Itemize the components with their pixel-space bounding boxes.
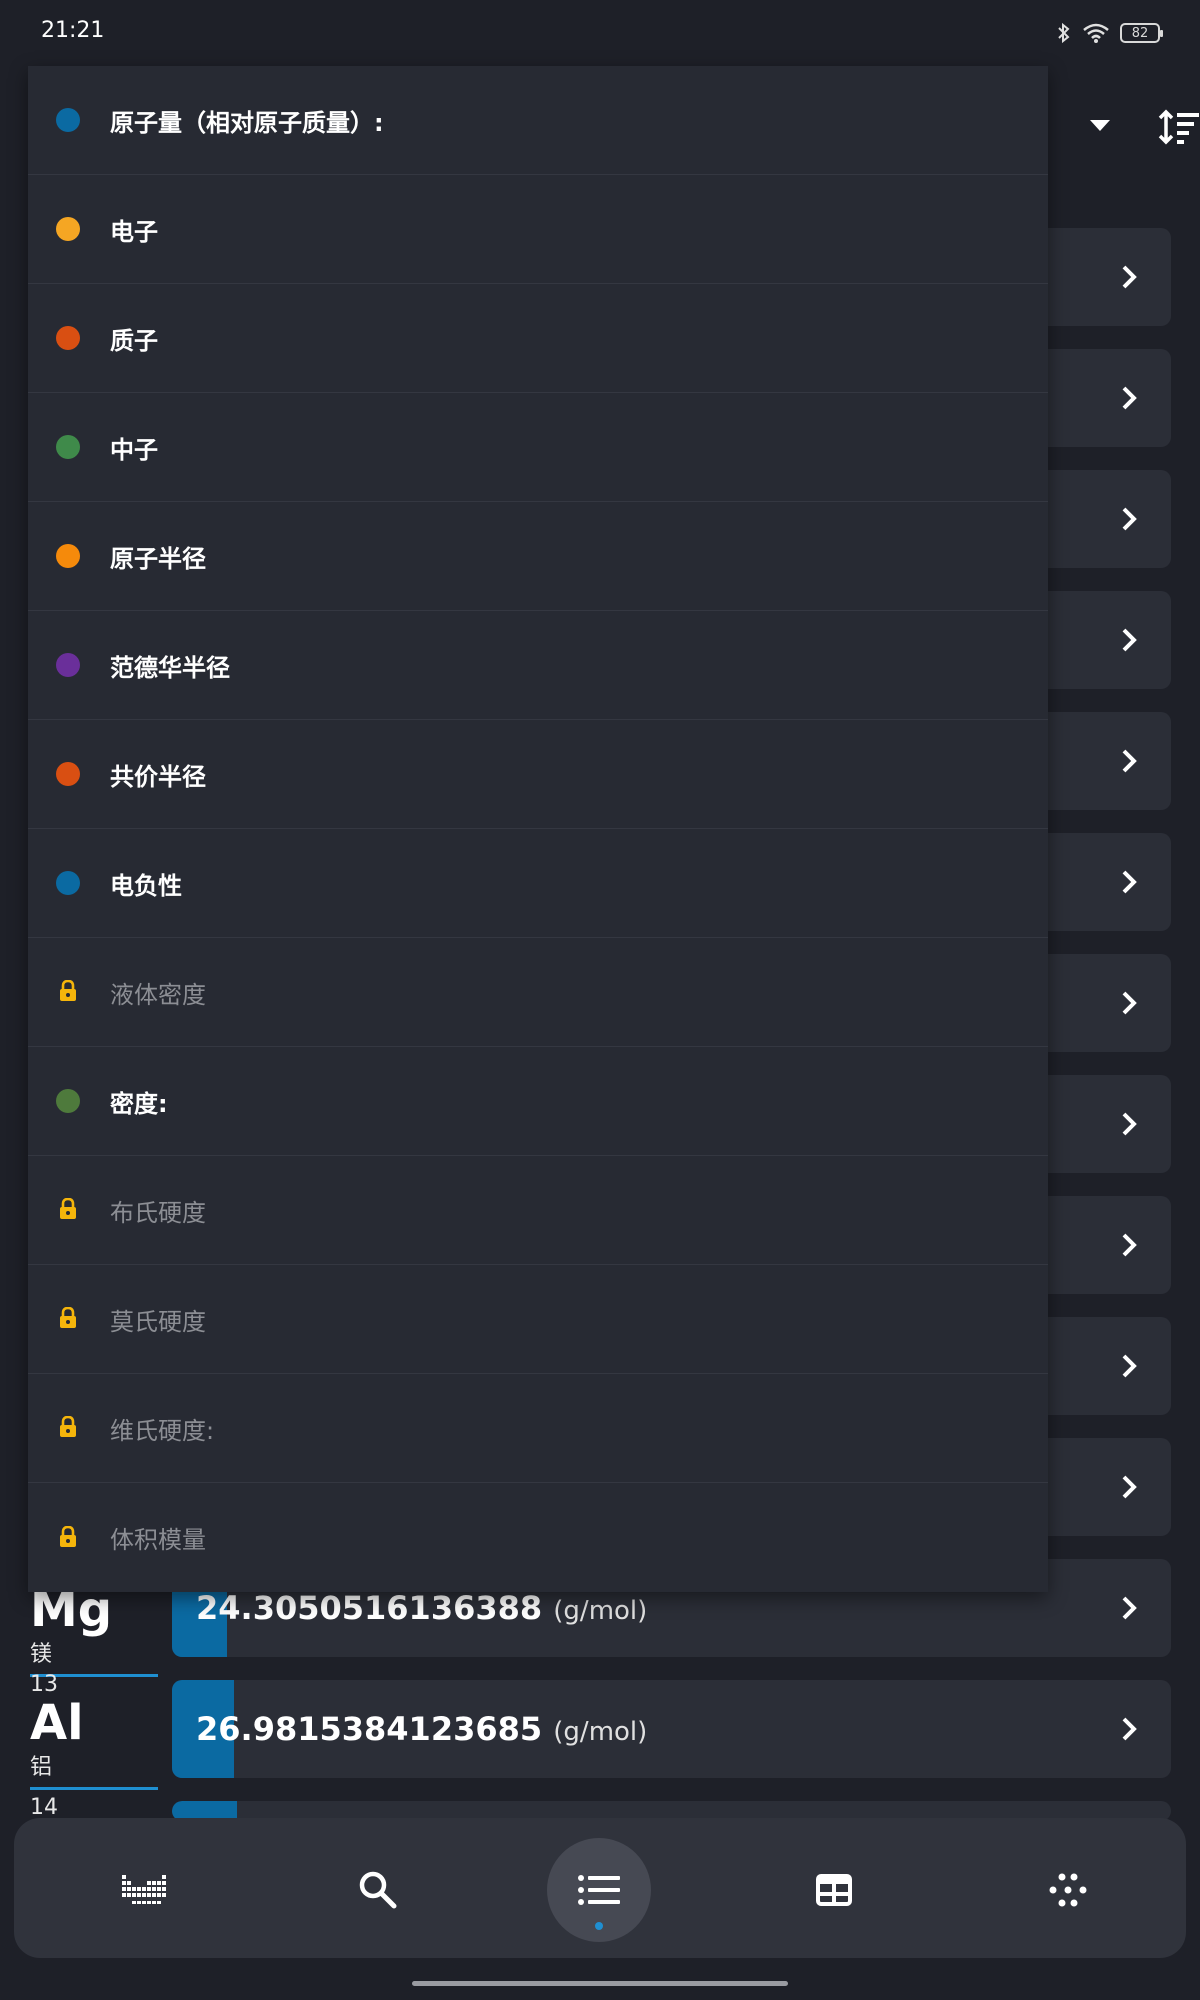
sort-menu-item-label: 布氏硬度 [110,1198,206,1227]
element-underline [30,1787,158,1790]
sort-menu-item-label: 液体密度 [110,980,206,1009]
dots-grid-icon [1049,1873,1087,1907]
caret-down-icon[interactable] [1090,120,1110,131]
element-cell-mg[interactable]: Mg 镁 [30,1584,158,1677]
sort-menu-item[interactable]: 原子量（相对原子质量）: [28,66,1048,175]
element-number: 14 [30,1795,58,1820]
color-dot-icon [56,217,80,241]
sort-menu-item[interactable]: 中子 [28,393,1048,502]
sort-menu-item-label: 体积模量 [110,1526,206,1554]
lock-icon [56,980,80,1004]
element-cell-si[interactable]: 14 [30,1795,158,1820]
color-dot-icon [56,653,80,677]
wifi-icon [1083,23,1109,43]
sort-menu-item-label: 共价半径 [110,762,206,791]
color-dot-icon [56,108,80,132]
lock-icon [56,1307,80,1331]
chevron-right-icon[interactable] [1113,1350,1145,1382]
element-symbol: Al [30,1695,84,1751]
color-dot-icon [56,326,80,350]
sort-menu-item-label: 电负性 [110,871,182,900]
sort-menu-item[interactable]: 质子 [28,284,1048,393]
chevron-right-icon[interactable] [1113,261,1145,293]
list-icon [578,1875,620,1905]
sort-menu-item-label: 莫氏硬度 [110,1307,206,1336]
chevron-right-icon[interactable] [1113,866,1145,898]
sort-icon[interactable] [1158,108,1200,146]
periodic-chart-icon [122,1875,166,1904]
header-controls [1040,90,1200,160]
chevron-right-icon[interactable] [1113,1108,1145,1140]
table-icon [816,1874,852,1906]
search-icon [359,1871,397,1909]
sort-menu-item-label: 密度: [110,1089,168,1118]
element-number: 13 [30,1672,58,1697]
battery-icon: 82 [1120,23,1163,43]
sort-menu-item-label: 范德华半径 [110,653,230,682]
nav-table[interactable] [782,1838,886,1942]
chevron-right-icon[interactable] [1113,1471,1145,1503]
lock-icon [56,1198,80,1222]
sort-menu-item[interactable]: 原子半径 [28,502,1048,611]
value-text: 24.3050516136388 (g/mol) [196,1589,647,1627]
element-name: 镁 [30,1642,53,1667]
color-dot-icon [56,871,80,895]
status-bar: 21:21 82 [0,0,1200,66]
sort-menu-item-label: 原子量（相对原子质量）: [110,108,384,137]
lock-icon [56,1525,80,1550]
value-number: 24.3050516136388 [196,1589,543,1627]
sort-menu-item[interactable]: 体积模量 [28,1483,1048,1592]
sort-menu-item[interactable]: 液体密度 [28,938,1048,1047]
sort-menu-item-label: 电子 [110,217,158,246]
chevron-right-icon[interactable] [1113,1592,1145,1624]
status-time: 21:21 [41,18,105,43]
nav-search[interactable] [326,1838,430,1942]
sort-menu-item-label: 质子 [110,326,158,355]
color-dot-icon [56,1089,80,1113]
value-number: 26.9815384123685 [196,1710,543,1748]
sort-property-menu: 原子量（相对原子质量）: 电子质子中子原子半径范德华半径共价半径电负性液体密度密度… [28,66,1048,1592]
data-row-al[interactable]: 26.9815384123685 (g/mol) [172,1680,1171,1778]
sort-menu-item[interactable]: 布氏硬度 [28,1156,1048,1265]
status-icons: 82 [1056,18,1163,48]
chevron-right-icon[interactable] [1113,624,1145,656]
nav-list[interactable] [547,1838,651,1942]
sort-menu-item[interactable]: 共价半径 [28,720,1048,829]
sort-menu-item-label: 维氏硬度: [110,1416,215,1445]
element-cell-al[interactable]: 13 Al 铝 [30,1672,158,1790]
chevron-right-icon[interactable] [1113,503,1145,535]
sort-menu-item[interactable]: 密度: [28,1047,1048,1156]
chevron-right-icon[interactable] [1113,382,1145,414]
element-name: 铝 [30,1755,53,1780]
nav-periodic-chart[interactable] [92,1838,196,1942]
chevron-right-icon[interactable] [1113,1229,1145,1261]
chevron-right-icon[interactable] [1113,987,1145,1019]
bottom-navigation [14,1818,1186,1958]
sort-menu-item-label: 原子半径 [110,544,206,573]
value-text: 26.9815384123685 (g/mol) [196,1710,647,1748]
bluetooth-icon [1058,22,1070,44]
value-unit: (g/mol) [553,1596,648,1626]
sort-menu-item[interactable]: 维氏硬度: [28,1374,1048,1483]
lock-icon [56,1416,80,1440]
color-dot-icon [56,544,80,568]
sort-menu-item[interactable]: 范德华半径 [28,611,1048,720]
nav-more[interactable] [1016,1838,1120,1942]
sort-menu-item-label: 中子 [110,435,158,464]
sort-menu-item[interactable]: 电负性 [28,829,1048,938]
color-dot-icon [56,762,80,786]
chevron-right-icon[interactable] [1113,1713,1145,1745]
value-unit: (g/mol) [553,1717,648,1747]
chevron-right-icon[interactable] [1113,745,1145,777]
home-indicator[interactable] [412,1981,788,1986]
color-dot-icon [56,435,80,459]
sort-menu-item[interactable]: 电子 [28,175,1048,284]
sort-menu-item[interactable]: 莫氏硬度 [28,1265,1048,1374]
